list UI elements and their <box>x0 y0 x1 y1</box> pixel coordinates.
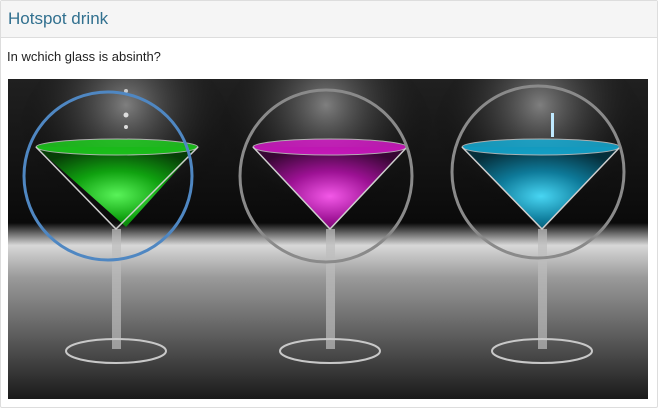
panel-heading: Hotspot drink <box>1 1 657 38</box>
panel-title: Hotspot drink <box>8 9 109 28</box>
drinks-image <box>8 79 648 399</box>
question-text: In wchich glass is absinth? <box>7 49 161 64</box>
drinks-photo <box>8 79 648 399</box>
